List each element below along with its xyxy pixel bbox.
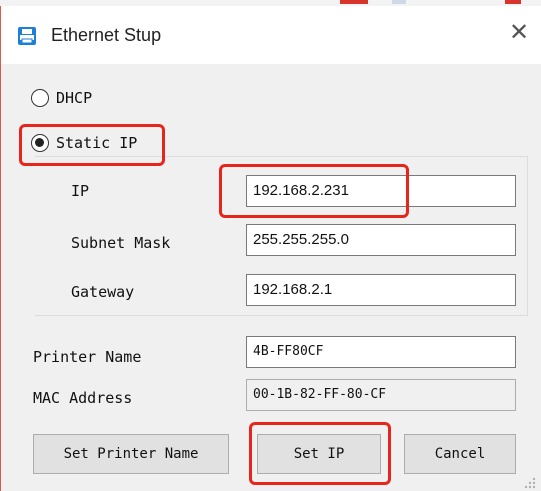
ip-address-field[interactable]: 192.168.2.231 [246, 175, 516, 207]
gateway-label: Gateway [71, 283, 135, 301]
printer-name-label: Printer Name [33, 348, 142, 366]
printer-name-field[interactable]: 4B-FF80CF [246, 336, 516, 368]
ethernet-setup-dialog: Ethernet Stup ✕ DHCP Static IP IP 192.16… [0, 6, 541, 491]
set-printer-name-button[interactable]: Set Printer Name [33, 434, 229, 474]
static-ip-radio[interactable] [31, 134, 49, 152]
subnet-mask-label: Subnet Mask [71, 234, 171, 252]
radio-selected-dot [35, 138, 44, 147]
printer-icon [18, 27, 36, 45]
dhcp-label[interactable]: DHCP [56, 88, 92, 108]
window-title: Ethernet Stup [51, 25, 162, 45]
mac-address-field: 00-1B-82-FF-80-CF [246, 379, 516, 411]
title-bar: Ethernet Stup ✕ [1, 6, 541, 64]
gateway-field[interactable]: 192.168.2.1 [246, 274, 516, 306]
static-ip-label[interactable]: Static IP [56, 133, 137, 153]
ip-label: IP [71, 182, 90, 200]
resize-grip-icon[interactable] [523, 476, 537, 490]
subnet-mask-field[interactable]: 255.255.255.0 [246, 224, 516, 256]
cancel-button[interactable]: Cancel [404, 434, 516, 474]
close-button[interactable]: ✕ [506, 20, 532, 46]
close-icon: ✕ [508, 19, 530, 46]
set-ip-button[interactable]: Set IP [257, 434, 381, 474]
mac-address-label: MAC Address [33, 389, 133, 407]
dhcp-radio[interactable] [31, 89, 49, 107]
